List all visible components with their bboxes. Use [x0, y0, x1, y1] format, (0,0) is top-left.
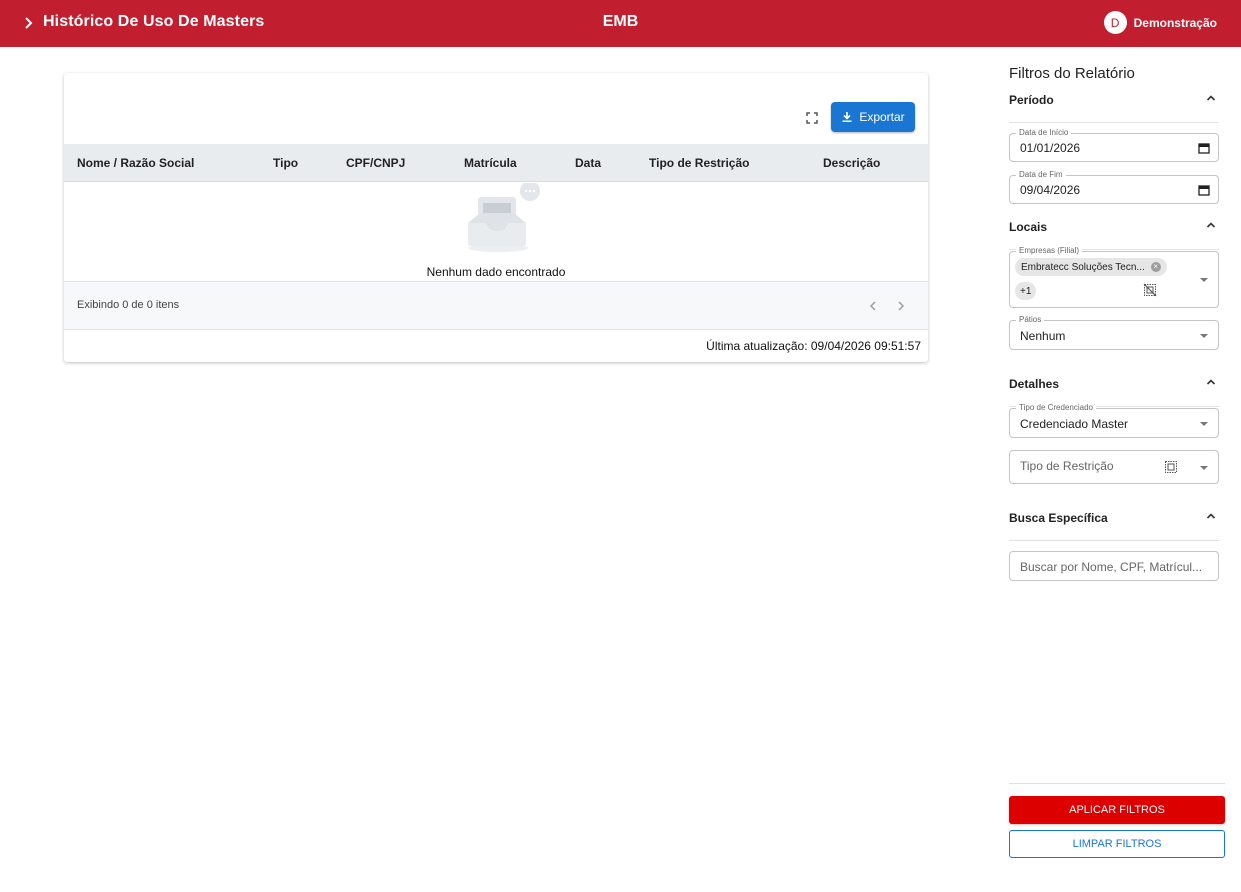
field-label: Empresas (Filial)	[1016, 246, 1083, 256]
item-count: Exibindo 0 de 0 itens	[77, 299, 180, 311]
column-header-matricula[interactable]: Matrícula	[464, 156, 517, 170]
chevron-up-icon	[1206, 379, 1216, 385]
dropdown-arrow-icon	[1200, 422, 1208, 426]
download-icon	[842, 112, 852, 122]
deselect-all-icon[interactable]	[1143, 283, 1157, 297]
filters-sidebar: Filtros do Relatório Período Data de Iní…	[1009, 0, 1225, 892]
section-periodo[interactable]: Período	[1009, 93, 1219, 123]
section-label: Busca Específica	[1009, 511, 1108, 525]
tipo-credenciado-value: Credenciado Master	[1020, 417, 1129, 431]
field-label: Tipo de Credenciado	[1016, 403, 1096, 413]
column-header-tipo[interactable]: Tipo	[273, 156, 298, 170]
chip-label: +1	[1020, 285, 1032, 297]
calendar-icon[interactable]	[1198, 142, 1210, 154]
column-header-descricao[interactable]: Descrição	[823, 156, 880, 170]
column-header-data[interactable]: Data	[575, 156, 601, 170]
column-header-tipo-restricao[interactable]: Tipo de Restrição	[649, 156, 749, 170]
last-update: Última atualização: 09/04/2026 09:51:57	[706, 339, 921, 353]
page-title: Histórico De Uso De Masters	[43, 13, 265, 30]
section-label: Período	[1009, 93, 1054, 107]
end-date-value: 09/04/2026	[1020, 183, 1081, 197]
chevron-up-icon	[1206, 513, 1216, 519]
column-header-nome[interactable]: Nome / Razão Social	[77, 156, 194, 170]
clear-filters-button[interactable]: LIMPAR FILTROS	[1009, 830, 1225, 858]
tipo-credenciado-select[interactable]: Tipo de Credenciado Credenciado Master	[1009, 403, 1219, 438]
dropdown-arrow-icon	[1200, 278, 1208, 282]
export-label: Exportar	[859, 110, 905, 124]
search-placeholder: Buscar por Nome, CPF, Matrícul...	[1020, 560, 1203, 574]
start-date-value: 01/01/2026	[1020, 141, 1081, 155]
report-card: Exportar Nome / Razão Social Tipo CPF/CN…	[64, 73, 928, 362]
field-label: Data de Fim	[1016, 170, 1066, 180]
fullscreen-icon[interactable]	[804, 110, 820, 126]
more-chip[interactable]: +1	[1015, 282, 1037, 300]
table-footer: Exibindo 0 de 0 itens	[64, 281, 928, 330]
divider	[1009, 783, 1225, 784]
field-label: Pátios	[1016, 315, 1045, 325]
chip-remove-icon[interactable]: ×	[1150, 262, 1161, 272]
tipo-restricao-placeholder: Tipo de Restrição	[1020, 459, 1114, 473]
chevron-up-icon	[1206, 95, 1216, 101]
section-label: Locais	[1009, 220, 1048, 234]
empresas-select[interactable]: Empresas (Filial) Embratecc Soluções Tec…	[1009, 246, 1219, 308]
sidebar-title: Filtros do Relatório	[1009, 65, 1135, 82]
chevron-right-icon[interactable]	[22, 14, 36, 32]
patios-value: Nenhum	[1020, 329, 1066, 343]
dropdown-arrow-icon	[1200, 466, 1208, 470]
empty-inbox-icon	[468, 183, 540, 252]
next-page-icon[interactable]	[894, 298, 908, 314]
column-header-cpf-cnpj[interactable]: CPF/CNPJ	[346, 156, 405, 170]
search-input[interactable]: Buscar por Nome, CPF, Matrícul...	[1009, 551, 1219, 581]
start-date-field[interactable]: Data de Início 01/01/2026	[1009, 128, 1219, 162]
empty-state: Nenhum dado encontrado	[64, 183, 928, 281]
calendar-icon[interactable]	[1198, 184, 1210, 196]
table-header: Nome / Razão Social Tipo CPF/CNPJ Matríc…	[64, 144, 928, 182]
tipo-restricao-select[interactable]: Tipo de Restrição	[1009, 450, 1219, 484]
chip-label: Embratecc Soluções Tecn...	[1021, 261, 1145, 273]
empresa-chip[interactable]: Embratecc Soluções Tecn... ×	[1015, 258, 1167, 276]
section-busca[interactable]: Busca Específica	[1009, 511, 1219, 541]
chevron-up-icon	[1206, 222, 1216, 228]
patios-select[interactable]: Pátios Nenhum	[1009, 315, 1219, 350]
end-date-field[interactable]: Data de Fim 09/04/2026	[1009, 170, 1219, 204]
dropdown-arrow-icon	[1200, 334, 1208, 338]
section-label: Detalhes	[1009, 377, 1060, 391]
field-label: Data de Início	[1016, 128, 1072, 138]
empty-message: Nenhum dado encontrado	[426, 265, 566, 279]
prev-page-icon[interactable]	[866, 298, 880, 314]
export-button[interactable]: Exportar	[831, 102, 915, 132]
apply-filters-button[interactable]: APLICAR FILTROS	[1009, 796, 1225, 824]
select-all-icon[interactable]	[1164, 460, 1178, 474]
